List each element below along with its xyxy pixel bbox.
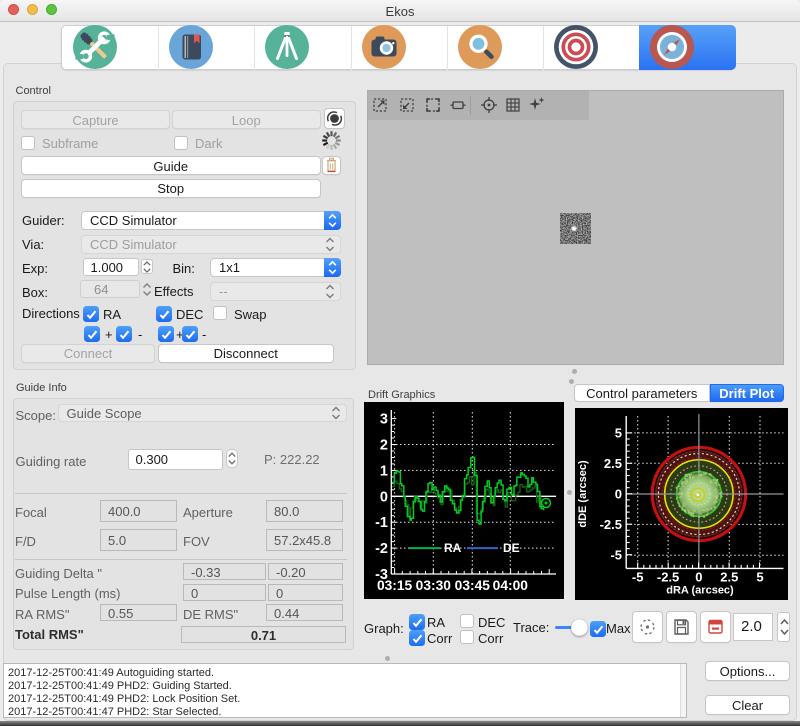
svg-text:-2.5: -2.5 bbox=[657, 570, 679, 585]
svg-text:5: 5 bbox=[615, 425, 622, 440]
svg-text:DE: DE bbox=[503, 541, 520, 555]
svg-text:-5: -5 bbox=[610, 548, 622, 563]
svg-text:-2: -2 bbox=[375, 541, 388, 557]
svg-text:RA: RA bbox=[444, 541, 462, 555]
svg-text:03:30: 03:30 bbox=[416, 578, 452, 593]
svg-text:-1: -1 bbox=[375, 515, 388, 531]
svg-text:03:45: 03:45 bbox=[455, 578, 491, 593]
svg-text:5: 5 bbox=[756, 570, 763, 585]
svg-text:04:00: 04:00 bbox=[493, 578, 529, 593]
svg-text:0: 0 bbox=[695, 570, 702, 585]
svg-text:1: 1 bbox=[380, 463, 388, 479]
svg-text:3: 3 bbox=[380, 412, 388, 428]
svg-text:2.5: 2.5 bbox=[720, 570, 738, 585]
svg-text:2.5: 2.5 bbox=[604, 456, 622, 471]
svg-text:0: 0 bbox=[615, 487, 622, 502]
svg-text:dDE (arcsec): dDE (arcsec) bbox=[577, 460, 589, 528]
svg-text:0: 0 bbox=[380, 489, 388, 505]
svg-text:-2.5: -2.5 bbox=[600, 517, 622, 532]
svg-text:2: 2 bbox=[380, 438, 388, 454]
svg-text:-5: -5 bbox=[632, 570, 644, 585]
svg-text:03:15: 03:15 bbox=[377, 578, 413, 593]
svg-text:dRA (arcsec): dRA (arcsec) bbox=[666, 585, 734, 597]
